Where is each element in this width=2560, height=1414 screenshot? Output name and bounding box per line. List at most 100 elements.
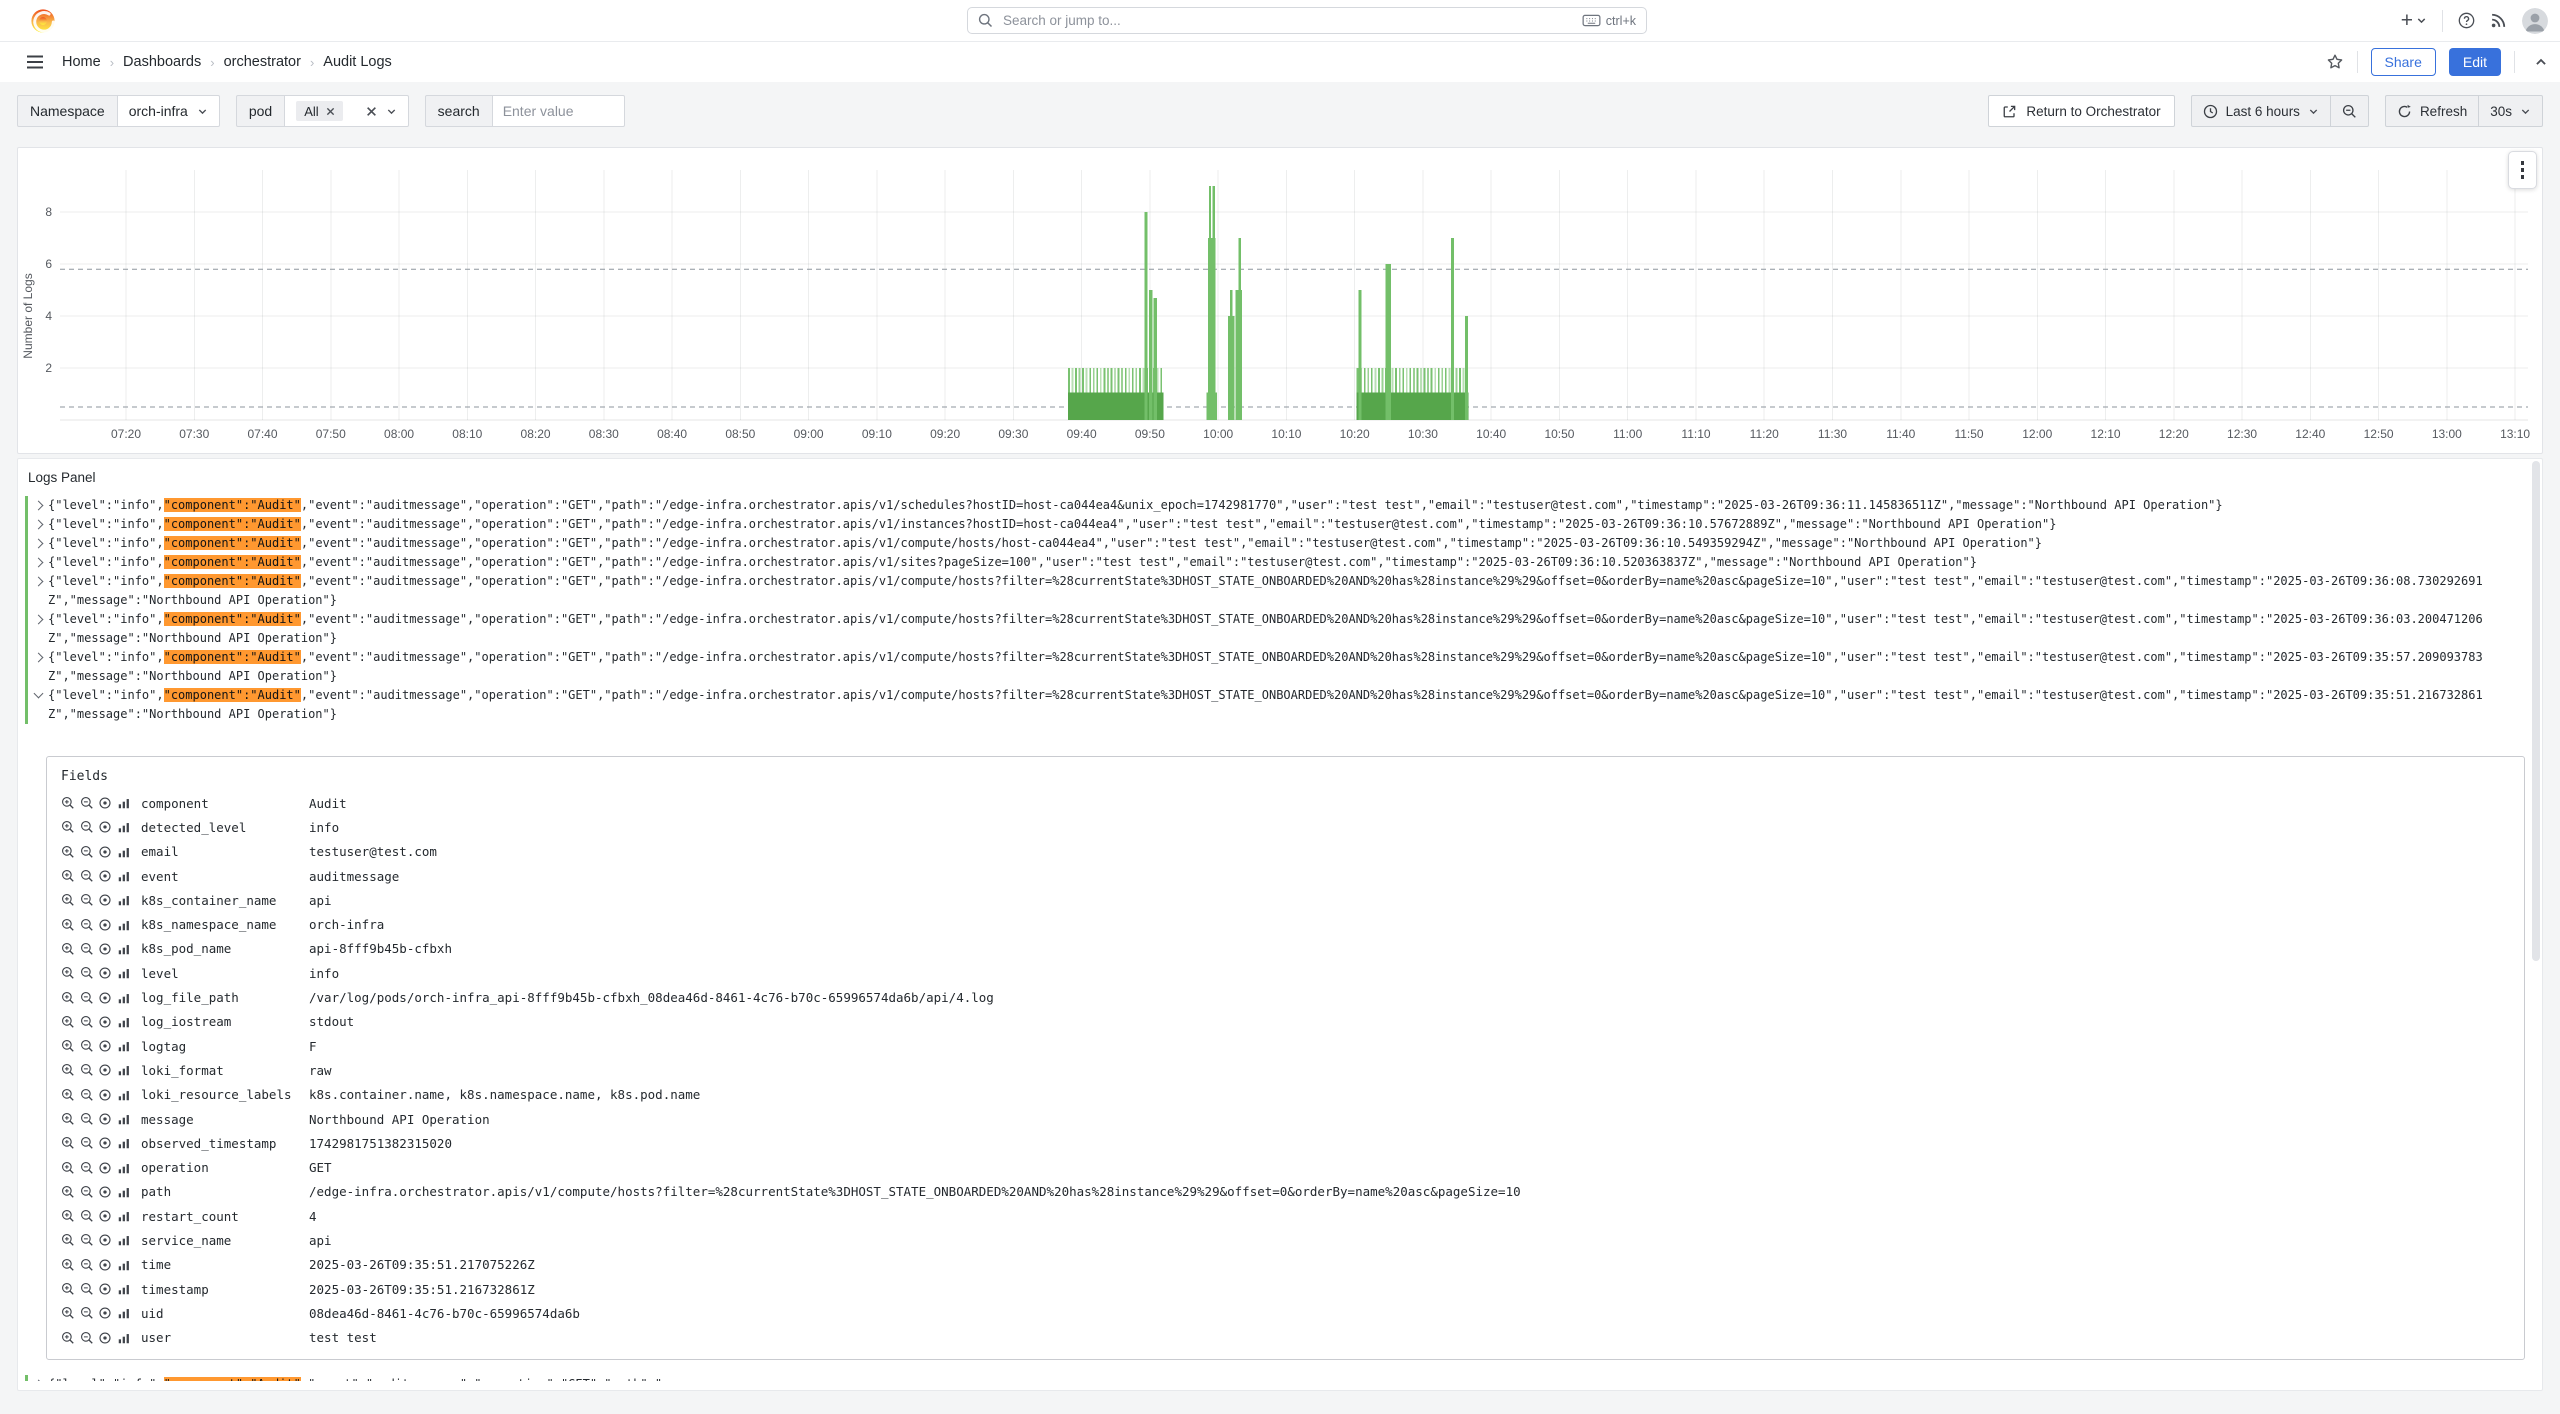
filter-for-value-icon[interactable] xyxy=(61,1136,75,1150)
stats-icon[interactable] xyxy=(117,1233,131,1247)
filter-for-value-icon[interactable] xyxy=(61,1161,75,1175)
filter-out-value-icon[interactable] xyxy=(80,1233,94,1247)
breadcrumb-item-dashboards[interactable]: Dashboards xyxy=(123,54,201,70)
visibility-icon[interactable] xyxy=(98,893,112,907)
visibility-icon[interactable] xyxy=(98,1136,112,1150)
filter-for-value-icon[interactable] xyxy=(61,845,75,859)
filter-out-value-icon[interactable] xyxy=(80,1331,94,1345)
visibility-icon[interactable] xyxy=(98,1306,112,1320)
stats-icon[interactable] xyxy=(117,918,131,932)
expand-log-icon[interactable] xyxy=(34,653,44,663)
edit-button[interactable]: Edit xyxy=(2449,48,2501,76)
log-row[interactable]: {"level":"info","component":"Audit","eve… xyxy=(25,686,2542,724)
expand-log-icon[interactable] xyxy=(34,539,44,549)
filter-for-value-icon[interactable] xyxy=(61,1088,75,1102)
visibility-icon[interactable] xyxy=(98,1185,112,1199)
search-box[interactable]: ctrl+k xyxy=(967,7,1647,34)
log-row[interactable]: {"level":"info","component":"Audit","eve… xyxy=(25,496,2542,515)
stats-icon[interactable] xyxy=(117,1136,131,1150)
return-to-orchestrator-button[interactable]: Return to Orchestrator xyxy=(1988,95,2174,127)
visibility-icon[interactable] xyxy=(98,966,112,980)
filter-out-value-icon[interactable] xyxy=(80,1161,94,1175)
visibility-icon[interactable] xyxy=(98,991,112,1005)
stats-icon[interactable] xyxy=(117,1039,131,1053)
expand-log-icon[interactable] xyxy=(34,501,44,511)
filter-out-value-icon[interactable] xyxy=(80,1306,94,1320)
visibility-icon[interactable] xyxy=(98,820,112,834)
stats-icon[interactable] xyxy=(117,942,131,956)
visibility-icon[interactable] xyxy=(98,1088,112,1102)
filter-for-value-icon[interactable] xyxy=(61,918,75,932)
stats-icon[interactable] xyxy=(117,1209,131,1223)
filter-for-value-icon[interactable] xyxy=(61,1185,75,1199)
filter-out-value-icon[interactable] xyxy=(80,966,94,980)
refresh-interval-picker[interactable]: 30s xyxy=(2478,96,2542,126)
filter-out-value-icon[interactable] xyxy=(80,1015,94,1029)
stats-icon[interactable] xyxy=(117,1015,131,1029)
stats-icon[interactable] xyxy=(117,966,131,980)
filter-out-value-icon[interactable] xyxy=(80,1088,94,1102)
menu-toggle-icon[interactable] xyxy=(26,55,44,69)
log-row[interactable]: {"level":"info","component":"Audit","eve… xyxy=(25,553,2542,572)
expand-log-icon[interactable] xyxy=(34,520,44,530)
pod-chip[interactable]: All xyxy=(296,101,342,121)
scrollbar-thumb[interactable] xyxy=(2532,461,2540,961)
collapse-log-icon[interactable] xyxy=(34,689,44,699)
help-icon[interactable] xyxy=(2458,12,2475,29)
visibility-icon[interactable] xyxy=(98,918,112,932)
filter-out-value-icon[interactable] xyxy=(80,1136,94,1150)
filter-out-value-icon[interactable] xyxy=(80,869,94,883)
stats-icon[interactable] xyxy=(117,1112,131,1126)
filter-for-value-icon[interactable] xyxy=(61,796,75,810)
expand-log-icon[interactable] xyxy=(34,577,44,587)
stats-icon[interactable] xyxy=(117,1258,131,1272)
log-row[interactable]: {"level":"info","component":"Audit","eve… xyxy=(25,610,2542,648)
filter-for-value-icon[interactable] xyxy=(61,869,75,883)
stats-icon[interactable] xyxy=(117,1282,131,1296)
stats-icon[interactable] xyxy=(117,893,131,907)
filter-out-value-icon[interactable] xyxy=(80,991,94,1005)
filter-out-value-icon[interactable] xyxy=(80,1282,94,1296)
filter-out-value-icon[interactable] xyxy=(80,820,94,834)
stats-icon[interactable] xyxy=(117,796,131,810)
filter-for-value-icon[interactable] xyxy=(61,1209,75,1223)
visibility-icon[interactable] xyxy=(98,1282,112,1296)
filter-for-value-icon[interactable] xyxy=(61,1258,75,1272)
new-menu-button[interactable]: + xyxy=(2401,10,2427,31)
visibility-icon[interactable] xyxy=(98,1233,112,1247)
filter-out-value-icon[interactable] xyxy=(80,942,94,956)
visibility-icon[interactable] xyxy=(98,1112,112,1126)
log-row[interactable]: {"level":"info","component":"Audit","eve… xyxy=(25,572,2542,610)
visibility-icon[interactable] xyxy=(98,1015,112,1029)
logs-volume-chart[interactable]: 07:2007:3007:4007:5008:0008:1008:2008:30… xyxy=(18,148,2542,451)
log-row[interactable]: {"level":"info","component":"Audit","eve… xyxy=(25,534,2542,553)
pod-select[interactable]: All xyxy=(285,95,408,127)
time-range-picker[interactable]: Last 6 hours xyxy=(2192,96,2330,126)
filter-for-value-icon[interactable] xyxy=(61,1331,75,1345)
stats-icon[interactable] xyxy=(117,991,131,1005)
stats-icon[interactable] xyxy=(117,1088,131,1102)
stats-icon[interactable] xyxy=(117,1161,131,1175)
filter-for-value-icon[interactable] xyxy=(61,991,75,1005)
news-rss-icon[interactable] xyxy=(2490,12,2507,29)
filter-out-value-icon[interactable] xyxy=(80,796,94,810)
stats-icon[interactable] xyxy=(117,1063,131,1077)
namespace-select[interactable]: orch-infra xyxy=(118,95,220,127)
filter-for-value-icon[interactable] xyxy=(61,1282,75,1296)
share-button[interactable]: Share xyxy=(2371,48,2436,76)
grafana-logo-icon[interactable] xyxy=(30,8,56,34)
chevron-up-icon[interactable] xyxy=(2534,55,2548,69)
visibility-icon[interactable] xyxy=(98,1063,112,1077)
expand-log-icon[interactable] xyxy=(34,1379,44,1380)
breadcrumb-item-orchestrator[interactable]: orchestrator xyxy=(224,54,301,70)
filter-for-value-icon[interactable] xyxy=(61,1039,75,1053)
filter-for-value-icon[interactable] xyxy=(61,966,75,980)
expand-log-icon[interactable] xyxy=(34,615,44,625)
visibility-icon[interactable] xyxy=(98,1161,112,1175)
log-row[interactable]: {"level":"info","component":"Audit","eve… xyxy=(25,1375,2542,1381)
visibility-icon[interactable] xyxy=(98,1258,112,1272)
visibility-icon[interactable] xyxy=(98,796,112,810)
stats-icon[interactable] xyxy=(117,820,131,834)
stats-icon[interactable] xyxy=(117,869,131,883)
filter-for-value-icon[interactable] xyxy=(61,1306,75,1320)
